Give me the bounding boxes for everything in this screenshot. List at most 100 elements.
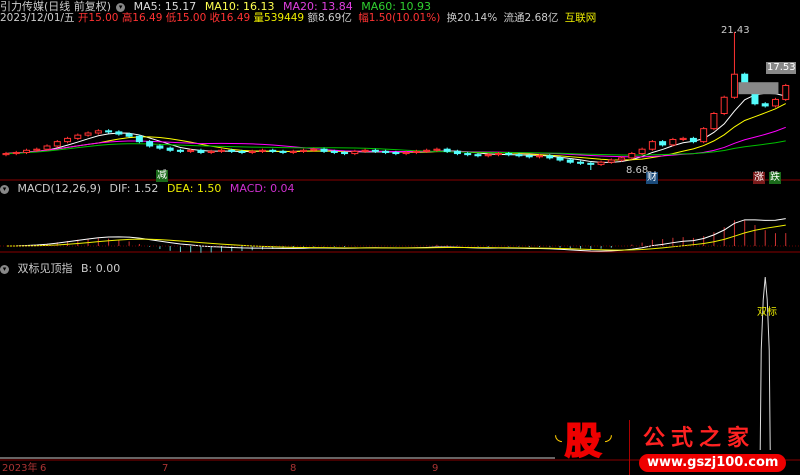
quote-close: 收16.49: [209, 12, 251, 24]
candle-body: [74, 134, 82, 139]
candle-body: [310, 148, 318, 151]
indicator-label[interactable]: 双标见顶指: [18, 262, 73, 275]
candle-body: [638, 148, 646, 155]
candle-body: [689, 137, 697, 143]
candle-body: [730, 73, 738, 98]
candle-body: [771, 98, 779, 107]
candle-body: [464, 153, 472, 156]
dea-line: [5, 224, 786, 251]
high-price-label: 21.43: [721, 25, 750, 36]
candle-body: [607, 159, 615, 163]
candle-body: [679, 137, 687, 140]
candle-body: [217, 149, 225, 152]
quote-float: 流通2.68亿: [503, 12, 559, 24]
candle-body: [382, 150, 390, 153]
event-cai[interactable]: 财: [646, 172, 658, 184]
macd-label[interactable]: MACD(12,26,9): [18, 182, 102, 195]
candle-body: [289, 150, 297, 153]
candle-body: [669, 138, 677, 146]
event-zhang[interactable]: 涨: [753, 172, 765, 184]
candle-body: [587, 162, 595, 165]
quote-bar: 2023/12/01/五 开15.00 高16.49 低15.00 收16.49…: [0, 12, 601, 25]
axis-month: 9: [432, 463, 439, 474]
candle-body: [546, 155, 554, 159]
bull-horn-icon: ◞: [605, 424, 612, 445]
quote-date: 2023/12/01/五: [0, 12, 75, 24]
candle-body: [146, 141, 154, 147]
candle-body: [433, 148, 441, 151]
quote-sector[interactable]: 互联网: [565, 12, 597, 24]
candle-body: [320, 148, 328, 152]
last-price-label: 17.53: [766, 62, 796, 74]
bull-horn-icon: ◟: [555, 424, 562, 445]
candle-body: [392, 151, 400, 155]
macd-dif: DIF: 1.52: [109, 182, 159, 195]
candle-body: [197, 149, 205, 153]
axis-month: 6: [40, 463, 47, 474]
candle-body: [525, 155, 533, 158]
dif-line: [5, 218, 786, 252]
candle-body: [494, 153, 502, 156]
quote-change: 幅1.50(10.01%): [358, 12, 441, 24]
candle-body: [423, 149, 431, 152]
candle-body: [94, 130, 102, 134]
candle-body: [566, 159, 574, 163]
candle-body: [443, 148, 451, 152]
candle-body: [351, 150, 359, 155]
candle-body: [43, 145, 51, 150]
candle-body: [628, 153, 636, 159]
indicator-header: ▾ 双标见顶指 B: 0.00: [0, 262, 125, 275]
candle-body: [258, 149, 266, 152]
logo-name: 公式之家: [643, 426, 756, 451]
candle-body: [330, 150, 338, 153]
candle-body: [648, 141, 656, 150]
axis-year: 2023年: [2, 463, 38, 474]
candle-body: [207, 150, 215, 153]
candle-body: [269, 149, 277, 152]
macd-header: ▾ MACD(12,26,9) DIF: 1.52 DEA: 1.50 MACD…: [0, 182, 300, 195]
candle-body: [300, 149, 308, 152]
candle-body: [125, 133, 133, 137]
quote-amount: 额8.69亿: [307, 12, 352, 24]
candle-body: [577, 161, 585, 164]
event-die[interactable]: 跌: [769, 172, 781, 184]
candle-body: [228, 149, 236, 152]
logo-divider: [629, 420, 630, 475]
candle-body: [156, 145, 164, 149]
candle-body: [720, 96, 728, 115]
candle-body: [761, 103, 769, 107]
candle-body: [238, 150, 246, 153]
indicator-b: B: 0.00: [81, 262, 121, 275]
quote-volume: 量539449: [253, 12, 305, 24]
macd-macd: MACD: 0.04: [229, 182, 295, 195]
candle-body: [115, 131, 123, 135]
axis-month: 8: [290, 463, 297, 474]
candle-body: [23, 149, 31, 153]
candle-body: [279, 150, 287, 153]
dropdown-icon[interactable]: ▾: [0, 264, 9, 274]
logo-url[interactable]: www.gszj100.com: [639, 454, 787, 472]
candle-body: [505, 153, 513, 156]
candle-body: [135, 135, 143, 143]
event-jian[interactable]: 减: [156, 170, 168, 182]
double-mark-label: 双标: [757, 307, 777, 318]
candle-body: [33, 148, 41, 151]
candle-body: [12, 151, 20, 155]
candle-body: [166, 147, 174, 151]
candle-body: [710, 113, 718, 130]
candle-body: [84, 132, 92, 136]
candle-body: [176, 149, 184, 152]
candle-body: [515, 154, 523, 157]
candle-body: [474, 154, 482, 157]
dropdown-icon[interactable]: ▾: [116, 2, 126, 12]
dropdown-icon[interactable]: ▾: [0, 184, 9, 194]
quote-high: 高16.49: [121, 12, 163, 24]
candle-body: [659, 141, 667, 146]
watermark-logo: 股 ◟ ◞ 公式之家 www.gszj100.com: [555, 418, 800, 475]
candle-body: [412, 150, 420, 153]
candle-body: [402, 151, 410, 155]
last-price-band: [738, 82, 779, 95]
axis-month: 7: [162, 463, 169, 474]
candle-body: [248, 150, 256, 153]
candle-body: [187, 149, 195, 152]
